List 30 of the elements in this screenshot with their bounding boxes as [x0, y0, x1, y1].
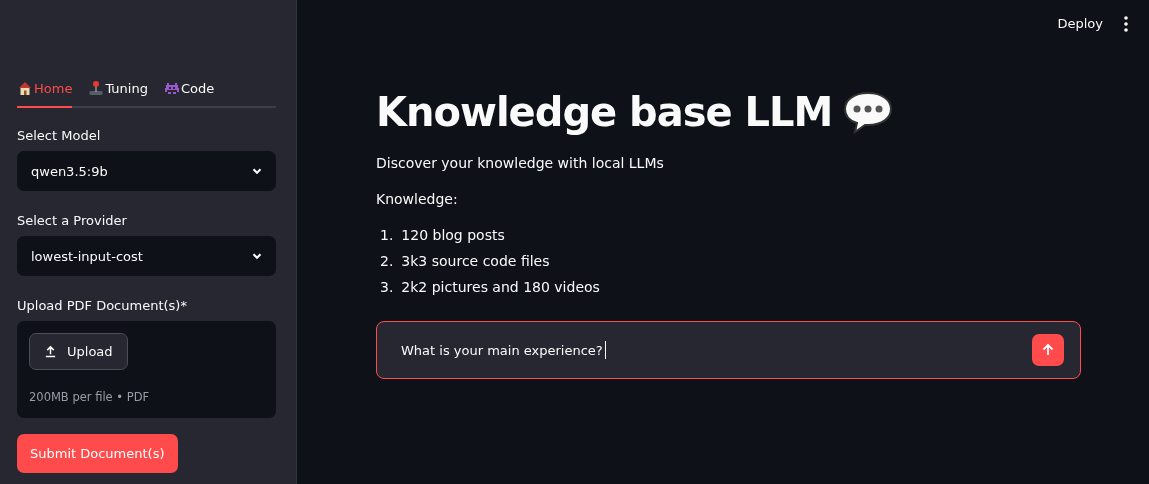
list-item: 120 blog posts [401, 227, 505, 243]
page-title: Knowledge base LLM [376, 89, 833, 135]
list-item: 3k3 source code files [401, 253, 550, 269]
sidebar-tab[interactable]: Tuning [88, 76, 148, 108]
upload-icon [44, 345, 57, 358]
field-label: Select a Provider [17, 213, 128, 228]
sidebar-tab[interactable]: Home [17, 76, 73, 108]
list-number: 2. [380, 253, 394, 269]
joystick-icon [88, 80, 105, 96]
speech-bubble-icon [842, 90, 895, 134]
list-number: 3. [380, 279, 394, 295]
provider-select[interactable]: lowest-input-cost [17, 236, 276, 276]
alien-monster-icon [163, 80, 180, 96]
list-number: 1. [380, 227, 394, 243]
model-select[interactable]: qwen3.5:9b [17, 151, 276, 191]
chat-input[interactable]: What is your main experience? [376, 321, 1081, 379]
house-icon [17, 80, 33, 96]
more-menu-icon[interactable] [1123, 14, 1129, 33]
field-label: Upload PDF Document(s)* [17, 298, 188, 313]
field-label: Select Model [17, 128, 102, 143]
upload-button[interactable]: Upload [29, 333, 128, 370]
upload-hint: 200MB per file • PDF [29, 390, 151, 404]
deploy-button[interactable]: Deploy [1057, 14, 1103, 33]
subtitle: Discover your knowledge with local LLMs [376, 155, 665, 171]
file-dropzone[interactable]: Upload 200MB per file • PDF [17, 321, 276, 418]
sidebar-tab[interactable]: Code [163, 76, 215, 108]
list-item: 2k2 pictures and 180 videos [401, 279, 600, 295]
arrow-up-icon [1040, 342, 1056, 358]
section-label: Knowledge: [376, 191, 459, 207]
send-button[interactable] [1032, 334, 1064, 366]
